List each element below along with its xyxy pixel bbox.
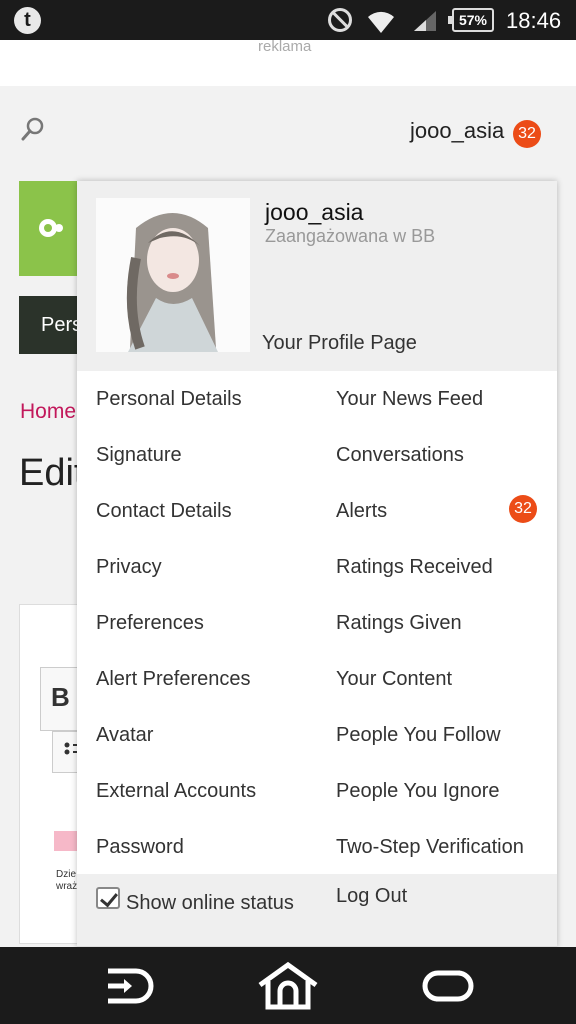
menu-item-your-news-feed[interactable]: Your News Feed xyxy=(336,388,483,411)
editor-text-snippet: Dzie wraż xyxy=(56,869,78,892)
signal-icon xyxy=(414,11,436,31)
color-swatch xyxy=(54,831,78,851)
wifi-icon xyxy=(368,11,394,33)
avatar[interactable] xyxy=(96,198,250,352)
user-title: Zaangażowana w BB xyxy=(265,226,436,246)
menu-item-signature[interactable]: Signature xyxy=(96,444,182,467)
alerts-count-badge[interactable]: 32 xyxy=(513,120,541,148)
do-not-disturb-icon xyxy=(328,8,352,32)
show-online-status-checkbox[interactable] xyxy=(96,887,120,909)
menu-item-alerts[interactable]: Alerts xyxy=(336,500,387,523)
menu-footer: Show online status Log Out xyxy=(77,874,557,947)
tumblr-icon: t xyxy=(14,7,41,34)
status-bar: t 57% 18:46 xyxy=(0,0,576,40)
menu-item-two-step-verification[interactable]: Two-Step Verification xyxy=(336,836,524,859)
menu-item-preferences[interactable]: Preferences xyxy=(96,612,204,635)
ad-bar: reklama xyxy=(0,38,576,86)
bold-label: B xyxy=(51,682,70,712)
menu-item-your-content[interactable]: Your Content xyxy=(336,668,452,691)
menu-item-contact-details[interactable]: Contact Details xyxy=(96,500,232,523)
home-icon[interactable] xyxy=(256,961,320,1011)
back-icon[interactable] xyxy=(96,961,160,1011)
battery-indicator: 57% xyxy=(448,8,494,32)
menu-item-ratings-received[interactable]: Ratings Received xyxy=(336,556,493,579)
menu-item-alert-preferences[interactable]: Alert Preferences xyxy=(96,668,251,691)
ad-label: reklama xyxy=(258,38,312,55)
breadcrumb-home[interactable]: Home xyxy=(20,400,76,424)
search-icon[interactable] xyxy=(20,116,46,142)
account-dropdown-menu: jooo_asia Zaangażowana w BB Your Profile… xyxy=(77,181,557,947)
menu-item-personal-details[interactable]: Personal Details xyxy=(96,388,242,411)
logo-leaf-icon xyxy=(39,219,63,237)
account-link[interactable]: jooo_asia xyxy=(410,118,504,144)
your-profile-page-link[interactable]: Your Profile Page xyxy=(262,332,417,355)
menu-item-avatar[interactable]: Avatar xyxy=(96,724,153,747)
avatar-illustration xyxy=(96,198,250,352)
menu-item-password[interactable]: Password xyxy=(96,836,184,859)
menu-item-people-you-follow[interactable]: People You Follow xyxy=(336,724,501,747)
log-out-link[interactable]: Log Out xyxy=(336,885,407,908)
recent-apps-icon[interactable] xyxy=(416,961,480,1011)
menu-item-privacy[interactable]: Privacy xyxy=(96,556,162,579)
clock: 18:46 xyxy=(506,8,562,33)
menu-item-ratings-given[interactable]: Ratings Given xyxy=(336,612,462,635)
menu-item-conversations[interactable]: Conversations xyxy=(336,444,464,467)
show-online-status-label[interactable]: Show online status xyxy=(126,892,294,915)
menu-item-external-accounts[interactable]: External Accounts xyxy=(96,780,256,803)
navigation-bar xyxy=(0,947,576,1024)
menu-item-people-you-ignore[interactable]: People You Ignore xyxy=(336,780,500,803)
menu-header: jooo_asia Zaangażowana w BB Your Profile… xyxy=(77,181,557,371)
menu-username[interactable]: jooo_asia xyxy=(265,199,363,226)
page-title: Edit xyxy=(19,452,85,494)
alerts-badge[interactable]: 32 xyxy=(509,495,537,523)
